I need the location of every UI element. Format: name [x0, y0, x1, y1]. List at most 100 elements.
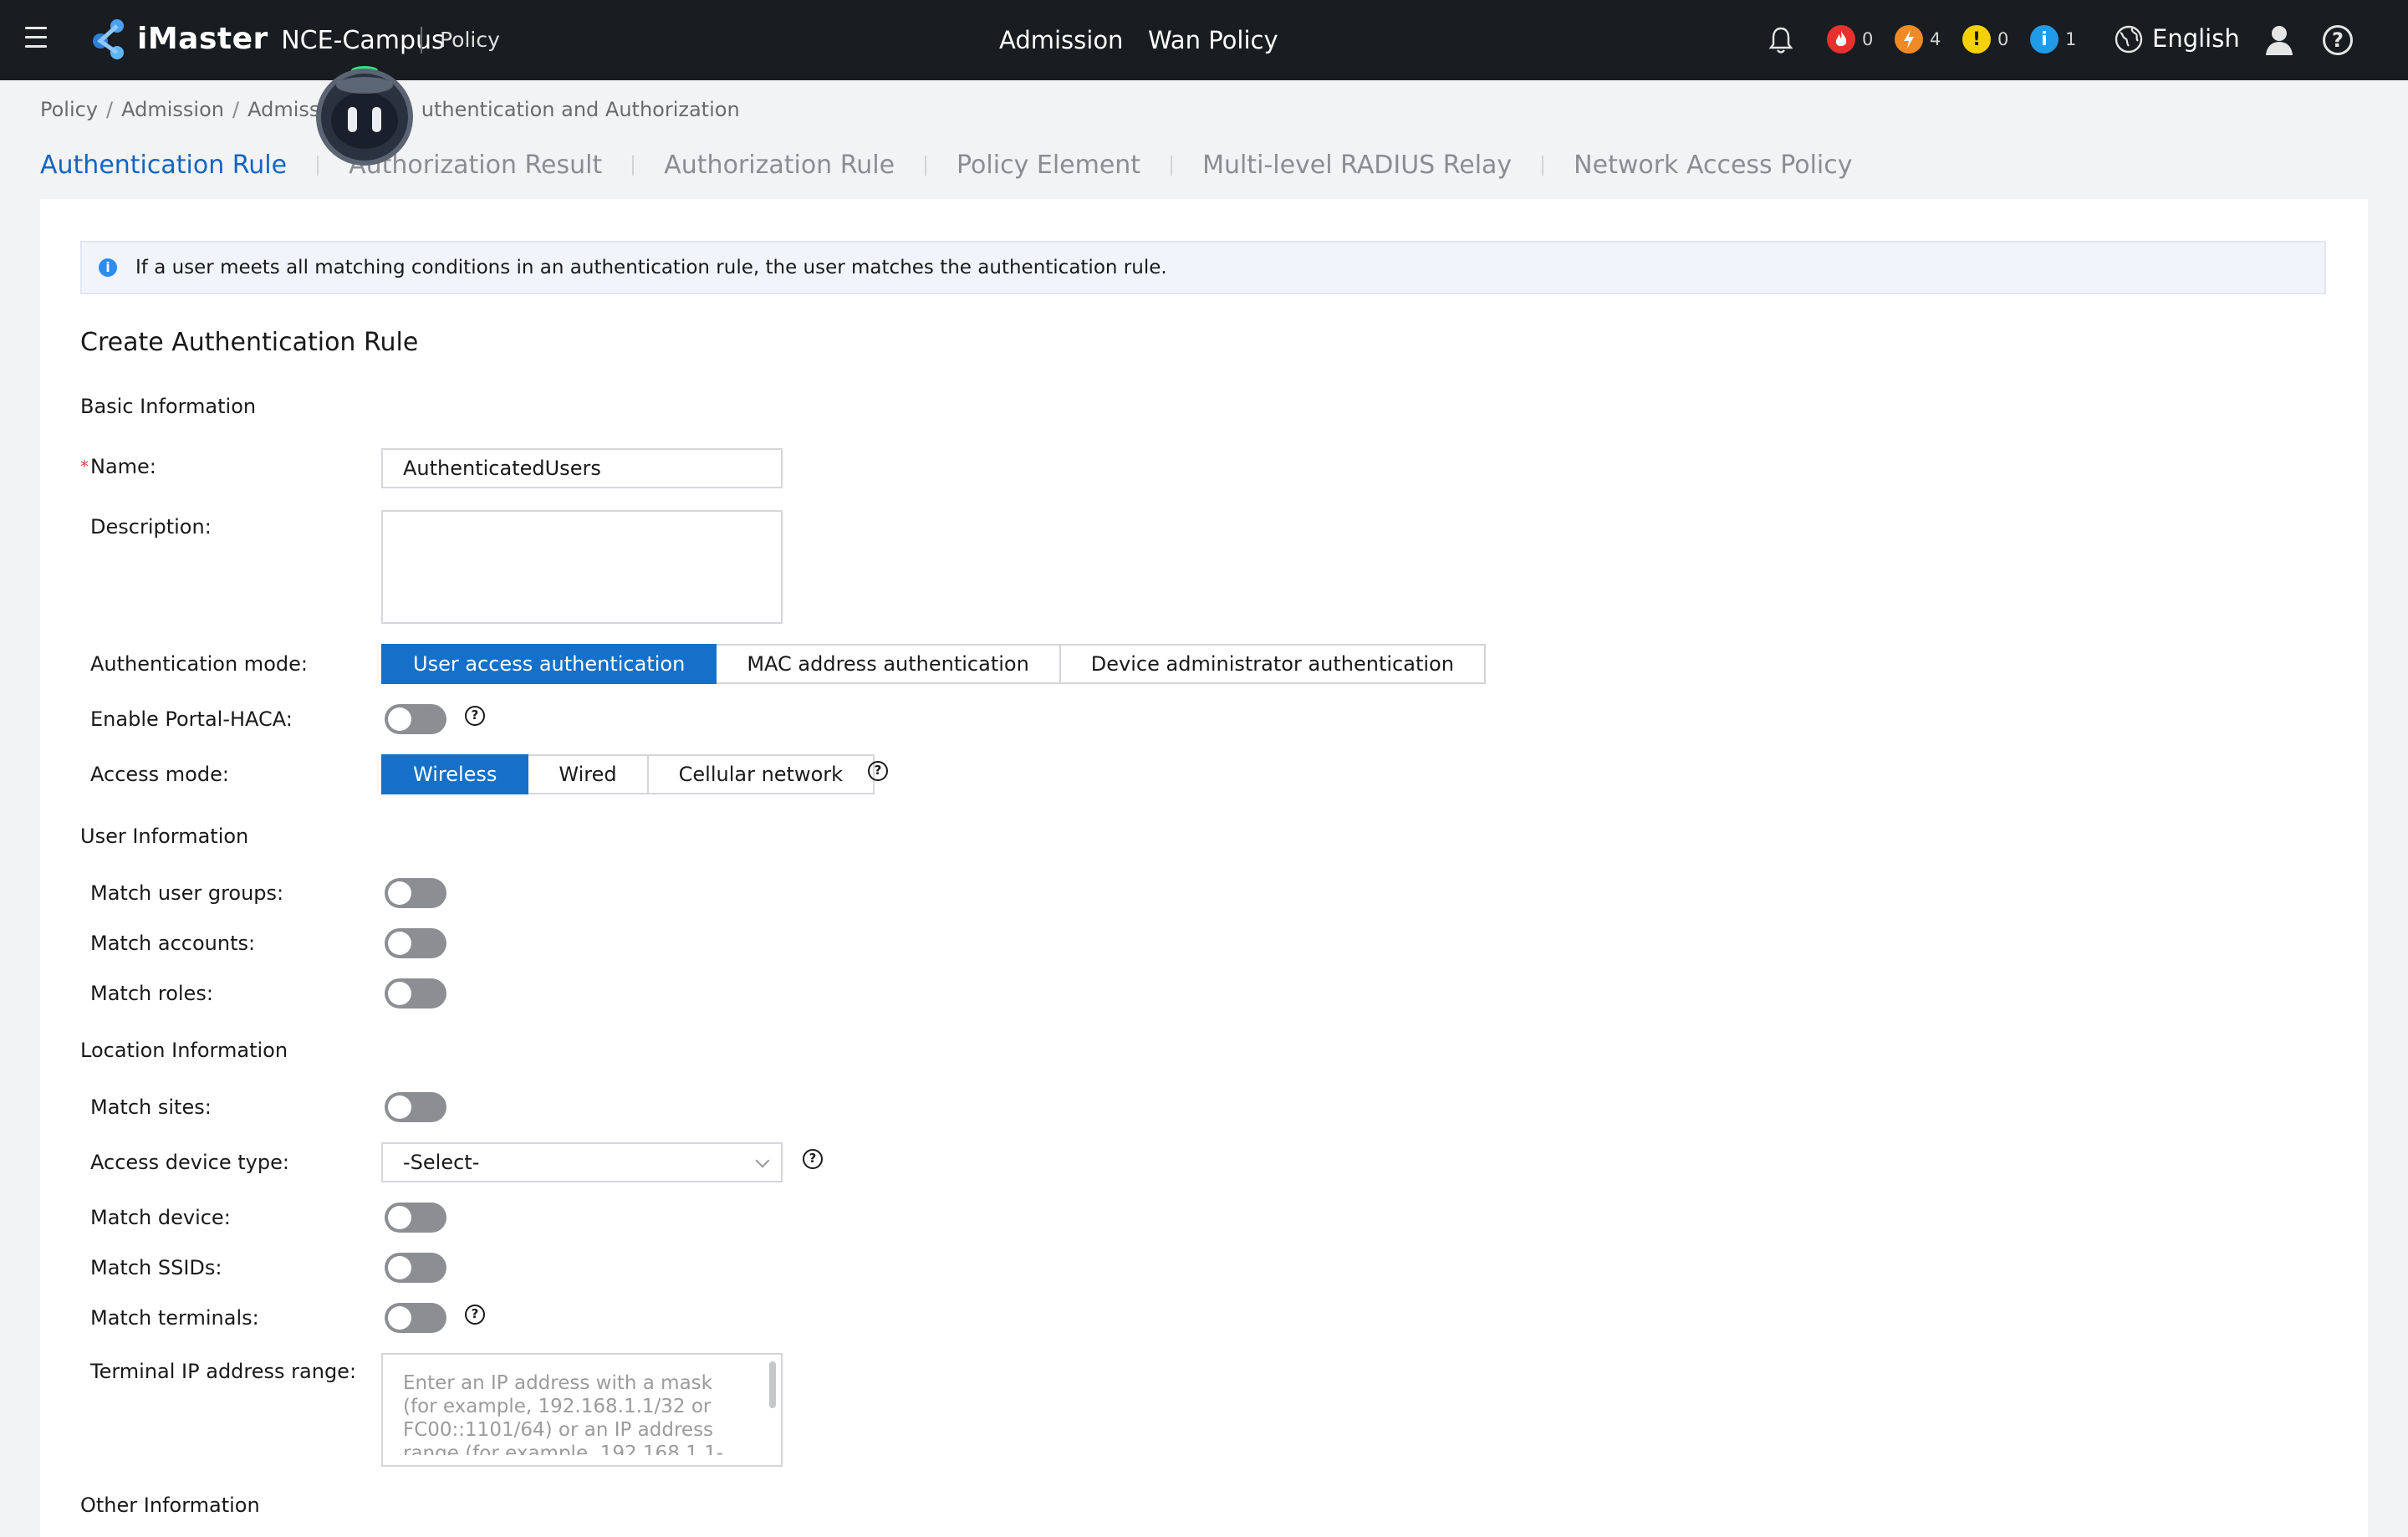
- breadcrumb-current: uthentication and Authorization: [421, 98, 740, 121]
- name-input[interactable]: [381, 448, 783, 488]
- required-marker: *: [80, 457, 89, 477]
- access-mode-wired-button[interactable]: Wired: [528, 754, 649, 794]
- menu-icon[interactable]: [25, 27, 47, 49]
- breadcrumb-item[interactable]: Policy: [40, 98, 98, 121]
- access-device-type-label: Access device type:: [90, 1151, 289, 1174]
- toggle-knob: [388, 1256, 411, 1279]
- notification-bell-icon[interactable]: [1768, 25, 1794, 55]
- minor-alarm[interactable]: ! 0: [1962, 23, 2008, 55]
- info-banner-text: If a user meets all matching conditions …: [135, 257, 1167, 278]
- match-accounts-toggle[interactable]: [385, 928, 446, 958]
- critical-alarm[interactable]: 0: [1827, 23, 1873, 55]
- help-icon[interactable]: ?: [2323, 25, 2353, 55]
- tab-multi-level-radius-relay[interactable]: Multi-level RADIUS Relay: [1202, 148, 1512, 183]
- auth-mode-user-access-button[interactable]: User access authentication: [381, 644, 717, 684]
- minor-count: 0: [1997, 29, 2009, 49]
- lightning-icon: [1895, 25, 1923, 54]
- description-textarea[interactable]: [381, 510, 783, 624]
- tab-divider: [925, 156, 927, 176]
- nav-admission[interactable]: Admission: [999, 23, 1123, 57]
- major-alarm[interactable]: 4: [1895, 23, 1941, 55]
- match-user-groups-label: Match user groups:: [90, 881, 284, 905]
- brand-divider: [421, 27, 422, 54]
- breadcrumb-separator: /: [232, 98, 240, 121]
- portal-haca-toggle[interactable]: [385, 704, 446, 734]
- info-banner: i If a user meets all matching condition…: [80, 241, 2326, 294]
- auth-mode-mac-address-button[interactable]: MAC address authentication: [717, 644, 1061, 684]
- auth-mode-device-admin-button[interactable]: Device administrator authentication: [1060, 644, 1486, 684]
- tab-authorization-rule[interactable]: Authorization Rule: [664, 148, 895, 183]
- help-question-icon[interactable]: ?: [465, 1305, 485, 1325]
- module-name[interactable]: Policy: [440, 25, 500, 55]
- section-other-information: Other Information: [80, 1494, 260, 1517]
- textarea-scrollbar[interactable]: [769, 1361, 776, 1408]
- info-count: 1: [2065, 29, 2077, 49]
- help-question-icon[interactable]: ?: [803, 1149, 823, 1169]
- critical-count: 0: [1862, 29, 1874, 49]
- globe-icon[interactable]: [2114, 24, 2144, 54]
- tab-network-access-policy[interactable]: Network Access Policy: [1574, 148, 1852, 183]
- match-device-label: Match device:: [90, 1206, 231, 1229]
- terminal-ip-range-placeholder: Enter an IP address with a mask (for exa…: [403, 1372, 724, 1455]
- breadcrumb-item[interactable]: Admission: [121, 98, 224, 121]
- toggle-knob: [388, 932, 411, 955]
- help-question-icon[interactable]: ?: [868, 761, 888, 781]
- toggle-knob: [388, 982, 411, 1005]
- match-sites-label: Match sites:: [90, 1095, 212, 1119]
- tab-divider: [1171, 156, 1173, 176]
- tab-divider: [632, 156, 635, 176]
- major-count: 4: [1930, 29, 1941, 49]
- tab-policy-element[interactable]: Policy Element: [957, 148, 1140, 183]
- user-icon[interactable]: [2263, 23, 2295, 57]
- info-alarm[interactable]: i 1: [2030, 23, 2076, 55]
- fire-icon: [1827, 25, 1855, 54]
- toggle-knob: [388, 881, 411, 905]
- toggle-knob: [388, 1206, 411, 1229]
- description-value: [383, 512, 781, 542]
- info-circle-icon: i: [99, 258, 117, 277]
- match-device-toggle[interactable]: [385, 1203, 446, 1233]
- breadcrumb-separator: /: [106, 98, 114, 121]
- exclamation-icon: !: [1962, 25, 1991, 54]
- language-selector[interactable]: English: [2152, 22, 2240, 55]
- name-label: * Name:: [80, 452, 156, 482]
- page-title: Create Authentication Rule: [80, 328, 419, 357]
- match-accounts-label: Match accounts:: [90, 932, 256, 955]
- access-mode-cellular-button[interactable]: Cellular network: [648, 754, 875, 794]
- match-ssids-toggle[interactable]: [385, 1253, 446, 1283]
- access-mode-wireless-button[interactable]: Wireless: [381, 754, 529, 794]
- access-mode-segmented: Wireless Wired Cellular network: [381, 754, 875, 794]
- access-device-type-value: -Select-: [403, 1151, 480, 1174]
- match-ssids-label: Match SSIDs:: [90, 1256, 222, 1279]
- nav-wan-policy[interactable]: Wan Policy: [1148, 23, 1278, 57]
- brand: iMaster NCE-Campus: [137, 20, 445, 60]
- authentication-mode-segmented: User access authentication MAC address a…: [381, 644, 1486, 684]
- tab-authentication-rule[interactable]: Authentication Rule: [40, 148, 287, 183]
- match-sites-toggle[interactable]: [385, 1092, 446, 1122]
- match-roles-label: Match roles:: [90, 982, 213, 1005]
- terminal-ip-range-textarea[interactable]: Enter an IP address with a mask (for exa…: [381, 1353, 783, 1467]
- match-terminals-toggle[interactable]: [385, 1303, 446, 1333]
- toggle-knob: [388, 707, 411, 731]
- info-icon: i: [2030, 25, 2059, 54]
- section-location-information: Location Information: [80, 1039, 288, 1062]
- toggle-knob: [388, 1306, 411, 1330]
- assistant-robot-icon[interactable]: [306, 60, 423, 169]
- match-terminals-label: Match terminals:: [90, 1306, 259, 1330]
- name-label-text: Name:: [90, 455, 156, 478]
- match-user-groups-toggle[interactable]: [385, 878, 446, 908]
- help-question-icon[interactable]: ?: [465, 706, 485, 726]
- section-basic-information: Basic Information: [80, 395, 257, 418]
- section-user-information: User Information: [80, 825, 249, 848]
- access-mode-label: Access mode:: [90, 763, 229, 786]
- portal-haca-label: Enable Portal-HACA:: [90, 707, 293, 731]
- toggle-knob: [388, 1095, 411, 1119]
- description-label: Description:: [90, 515, 212, 539]
- terminal-ip-range-label: Terminal IP address range:: [90, 1360, 357, 1383]
- chevron-down-icon: [755, 1153, 770, 1168]
- brand-main: iMaster: [137, 22, 268, 56]
- tab-divider: [1542, 156, 1544, 176]
- match-roles-toggle[interactable]: [385, 978, 446, 1008]
- access-device-type-select[interactable]: -Select-: [381, 1142, 783, 1182]
- authentication-mode-label: Authentication mode:: [90, 652, 308, 676]
